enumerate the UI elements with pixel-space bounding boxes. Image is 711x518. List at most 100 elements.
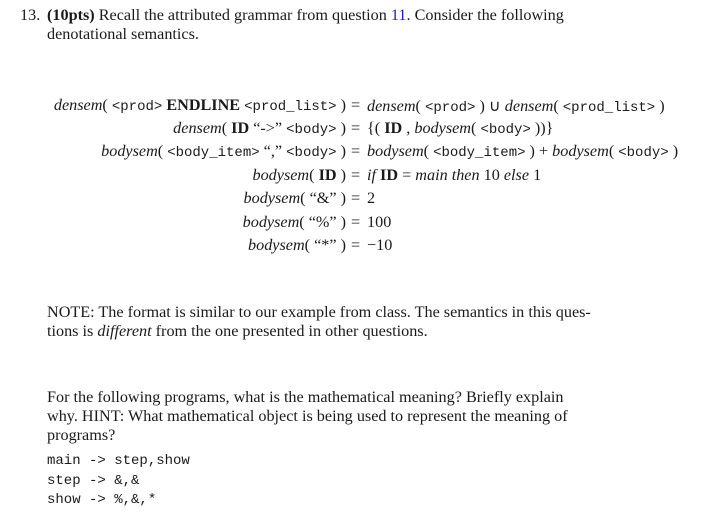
equation-rhs: {( ID , bodysem( <body> ))}	[367, 119, 553, 138]
question-number: 13.	[20, 6, 41, 24]
equals-sign: =	[351, 189, 361, 207]
nonterminal: <body>	[286, 122, 337, 138]
nonterminal: <body>	[480, 122, 531, 138]
math-text: )	[336, 166, 346, 184]
note-emphasis: different	[97, 322, 152, 340]
equation-row: bodysem( <body_item> “,” <body> ) = bodyse…	[0, 142, 711, 164]
equals-sign: =	[351, 166, 361, 184]
question-intro-line-1: (10pts) Recall the attributed grammar fr…	[47, 6, 687, 25]
note-text: tions is	[47, 322, 98, 340]
nonterminal: <prod>	[424, 100, 476, 116]
math-keyword: else	[503, 166, 530, 184]
equation-row: bodysem( ID ) = if ID = main then 10 else …	[0, 166, 711, 188]
math-text: )	[668, 142, 679, 160]
math-text: ) ∪	[475, 97, 505, 115]
function-name: bodysem	[414, 119, 471, 137]
equation-row: densem( ID “->” <body> ) = {( ID , bodysem…	[0, 119, 711, 141]
equals-sign: =	[351, 236, 361, 254]
equation-row: bodysem( “%” ) = 100	[0, 213, 711, 235]
nonterminal: <body_item>	[167, 145, 260, 161]
note-line-2: tions is different from the one presente…	[47, 322, 687, 341]
math-text: (	[157, 142, 168, 160]
equation-lhs: densem( <prod> ENDLINE <prod_list> )	[54, 96, 346, 115]
math-text: 1	[529, 166, 542, 184]
instructions-paragraph: For the following programs, what is the …	[47, 388, 687, 445]
math-keyword: then	[451, 166, 480, 184]
equation-lhs: bodysem( <body_item> “,” <body> )	[101, 142, 346, 161]
nonterminal: <body>	[286, 145, 337, 161]
math-text: −10	[367, 236, 393, 254]
equals-sign: =	[351, 119, 361, 137]
math-text: “,”	[259, 142, 287, 160]
equals-sign: =	[351, 213, 361, 231]
equation-lhs: densem( ID “->” <body> )	[173, 119, 346, 138]
equation-rhs: −10	[367, 236, 392, 255]
math-text: (	[415, 97, 425, 115]
terminal-token: ID	[384, 119, 403, 137]
math-text: (	[608, 142, 619, 160]
math-text: (	[553, 97, 563, 115]
instructions-line-3: programs?	[47, 426, 116, 444]
function-name: bodysem	[552, 142, 609, 160]
equals-sign: =	[351, 96, 361, 114]
math-text: ( “&” )	[300, 189, 346, 207]
math-keyword: if	[367, 166, 381, 184]
function-name: bodysem	[248, 236, 305, 254]
question-intro: (10pts) Recall the attributed grammar fr…	[47, 6, 687, 44]
equation-rhs: 100	[367, 213, 391, 232]
math-text: ( “%” )	[299, 213, 346, 231]
terminal-token: ID	[318, 166, 337, 184]
equation-lhs: bodysem( ID )	[252, 166, 346, 185]
nonterminal: <prod_list>	[244, 99, 337, 115]
math-text: (	[221, 119, 232, 137]
intro-text-after-ref: . Consider the following	[406, 6, 564, 24]
function-name: bodysem	[243, 189, 301, 207]
instructions-line-1: For the following programs, what is the …	[47, 388, 564, 406]
math-text: “->”	[249, 119, 287, 137]
math-text: {(	[367, 119, 385, 137]
math-text: =	[398, 166, 416, 184]
math-text: )	[336, 142, 346, 160]
equation-rhs: bodysem( <body_item> ) + bodysem( <body>…	[367, 142, 678, 161]
program-line: main -> step,show	[47, 453, 190, 469]
program-line: show -> %,&,*	[47, 492, 157, 508]
exam-page: 13. (10pts) Recall the attributed gramma…	[0, 0, 711, 518]
math-text: ( “*” )	[304, 236, 346, 254]
question-reference-link[interactable]: 11	[391, 6, 407, 24]
terminal-token: ENDLINE	[162, 96, 245, 114]
equals-sign: =	[351, 142, 361, 160]
function-name: bodysem	[242, 213, 300, 231]
equation-rhs: 2	[367, 189, 375, 208]
equation-row: densem( <prod> ENDLINE <prod_list> ) = den…	[0, 96, 711, 118]
equation-lhs: bodysem( “&” )	[244, 189, 346, 208]
note-paragraph: NOTE: The format is similar to our examp…	[47, 303, 687, 341]
function-name: densem	[367, 97, 416, 115]
note-text-end: from the one presented in other question…	[151, 322, 428, 340]
function-name: bodysem	[101, 142, 158, 160]
math-text: (	[102, 96, 112, 114]
program-line: step -> &,&	[47, 472, 140, 489]
function-name: densem	[504, 97, 554, 115]
math-text: 2	[367, 189, 376, 207]
math-text: 10	[479, 166, 504, 184]
math-text: )	[655, 97, 665, 115]
nonterminal: <body>	[618, 145, 669, 161]
equation-row: bodysem( “*” ) = −10	[0, 236, 711, 258]
nonterminal: <prod>	[111, 99, 163, 115]
math-text: (	[309, 166, 319, 184]
equation-row: bodysem( “&” ) = 2	[0, 189, 711, 211]
equation-lhs: bodysem( “%” )	[243, 213, 346, 232]
math-text: (	[423, 142, 434, 160]
function-name: bodysem	[367, 142, 424, 160]
function-name: bodysem	[252, 166, 310, 184]
equation-rhs: densem( <prod> ) ∪ densem( <prod_list> )	[367, 96, 665, 116]
terminal-token: ID	[380, 166, 399, 184]
math-text: ,	[402, 119, 415, 137]
math-text: )	[336, 119, 346, 137]
math-text: )	[336, 96, 346, 114]
math-keyword: main	[415, 166, 448, 184]
math-text: ) +	[525, 142, 553, 160]
math-text: ))}	[530, 119, 554, 137]
program-listing: main -> step,show step -> &,& show -> %,…	[47, 452, 190, 511]
intro-text-before-ref: Recall the attributed grammar from quest…	[94, 6, 391, 24]
